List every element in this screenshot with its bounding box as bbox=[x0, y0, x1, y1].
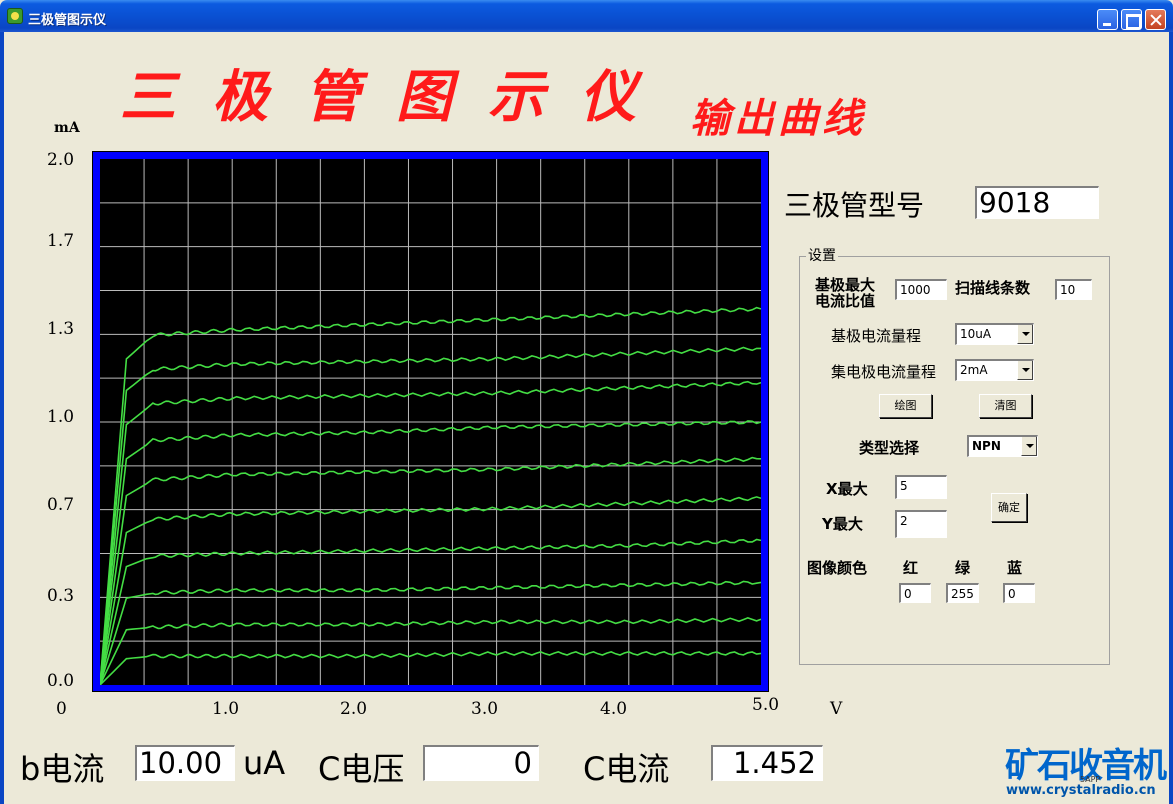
draw-button[interactable]: 绘图 bbox=[879, 394, 932, 418]
x-tick-label: 0 bbox=[56, 699, 67, 719]
ib-label: b电流 bbox=[20, 750, 105, 788]
clear-button[interactable]: 清图 bbox=[979, 394, 1032, 418]
x-tick-label: 1.0 bbox=[212, 699, 240, 719]
app-heading: 三极管图示仪 bbox=[120, 64, 672, 130]
ic-readout: 1.452 bbox=[711, 745, 823, 781]
ymax-label: Y最大 bbox=[822, 515, 863, 533]
blue-label: 蓝 bbox=[1007, 559, 1023, 577]
ymax-input[interactable]: 2 bbox=[895, 510, 947, 538]
window-border-right bbox=[1169, 32, 1173, 804]
app-subheading: 输出曲线 bbox=[690, 95, 866, 142]
x-tick-label: 3.0 bbox=[471, 699, 499, 719]
x-tick-label: 4.0 bbox=[600, 699, 628, 719]
chevron-down-icon[interactable] bbox=[1017, 325, 1033, 344]
collector-range-label: 集电极电流量程 bbox=[831, 363, 937, 381]
y-tick-label: 1.0 bbox=[47, 407, 75, 427]
base-range-value: 10uA bbox=[960, 327, 992, 341]
ic-label: C电流 bbox=[583, 750, 670, 788]
collector-range-value: 2mA bbox=[960, 363, 988, 377]
scanlines-input[interactable]: 10 bbox=[1055, 279, 1092, 300]
beta-input[interactable]: 1000 bbox=[895, 279, 947, 300]
beta-label-line1: 基极最大 bbox=[815, 276, 876, 294]
red-label: 红 bbox=[903, 559, 919, 577]
green-input[interactable]: 255 bbox=[946, 583, 979, 603]
y-tick-label: 0.0 bbox=[47, 671, 75, 691]
confirm-button[interactable]: 确定 bbox=[991, 493, 1027, 522]
vce-label: C电压 bbox=[318, 750, 405, 788]
settings-group bbox=[799, 256, 1110, 665]
type-value: NPN bbox=[972, 439, 1001, 453]
chevron-down-icon[interactable] bbox=[1021, 437, 1037, 456]
close-icon[interactable] bbox=[1145, 9, 1166, 30]
color-label: 图像颜色 bbox=[807, 559, 868, 577]
type-label: 类型选择 bbox=[859, 439, 920, 457]
chevron-down-icon[interactable] bbox=[1017, 361, 1033, 380]
y-tick-label: 1.3 bbox=[47, 319, 75, 339]
x-tick-label: 5.0 bbox=[752, 695, 780, 715]
y-axis-unit: mA bbox=[54, 120, 80, 136]
beta-label-line2: 电流比值 bbox=[815, 292, 876, 310]
y-tick-label: 0.3 bbox=[47, 586, 75, 606]
app-icon bbox=[7, 8, 23, 24]
base-range-label: 基极电流量程 bbox=[831, 327, 922, 345]
x-axis-unit: V bbox=[830, 699, 843, 719]
window-title-bar[interactable]: 三极管图示仪 bbox=[0, 0, 1173, 32]
collector-range-select[interactable]: 2mA bbox=[955, 359, 1034, 381]
output-curve-plot bbox=[100, 159, 761, 685]
vce-readout: 0 bbox=[423, 745, 539, 781]
x-tick-label: 2.0 bbox=[340, 699, 368, 719]
xmax-input[interactable]: 5 bbox=[895, 475, 947, 499]
model-label: 三极管型号 bbox=[784, 189, 925, 222]
ib-unit: uA bbox=[243, 744, 286, 782]
y-tick-label: 0.7 bbox=[47, 495, 75, 515]
window-border-left bbox=[0, 32, 4, 804]
y-tick-label: 2.0 bbox=[47, 150, 75, 170]
y-tick-label: 1.7 bbox=[47, 231, 75, 251]
blue-input[interactable]: 0 bbox=[1003, 583, 1035, 603]
site-url: www.crystalradio.cn bbox=[1006, 783, 1156, 798]
base-range-select[interactable]: 10uA bbox=[955, 323, 1034, 345]
red-input[interactable]: 0 bbox=[899, 583, 931, 603]
settings-legend: 设置 bbox=[806, 245, 838, 265]
window-title: 三极管图示仪 bbox=[28, 13, 107, 28]
model-input[interactable]: 9018 bbox=[975, 186, 1099, 219]
ib-readout: 10.00 bbox=[135, 745, 235, 781]
type-select[interactable]: NPN bbox=[967, 435, 1038, 457]
minimize-icon[interactable] bbox=[1097, 9, 1118, 30]
maximize-icon[interactable] bbox=[1121, 9, 1142, 30]
green-label: 绿 bbox=[955, 559, 971, 577]
xmax-label: X最大 bbox=[826, 480, 868, 498]
scanlines-label: 扫描线条数 bbox=[955, 279, 1031, 297]
